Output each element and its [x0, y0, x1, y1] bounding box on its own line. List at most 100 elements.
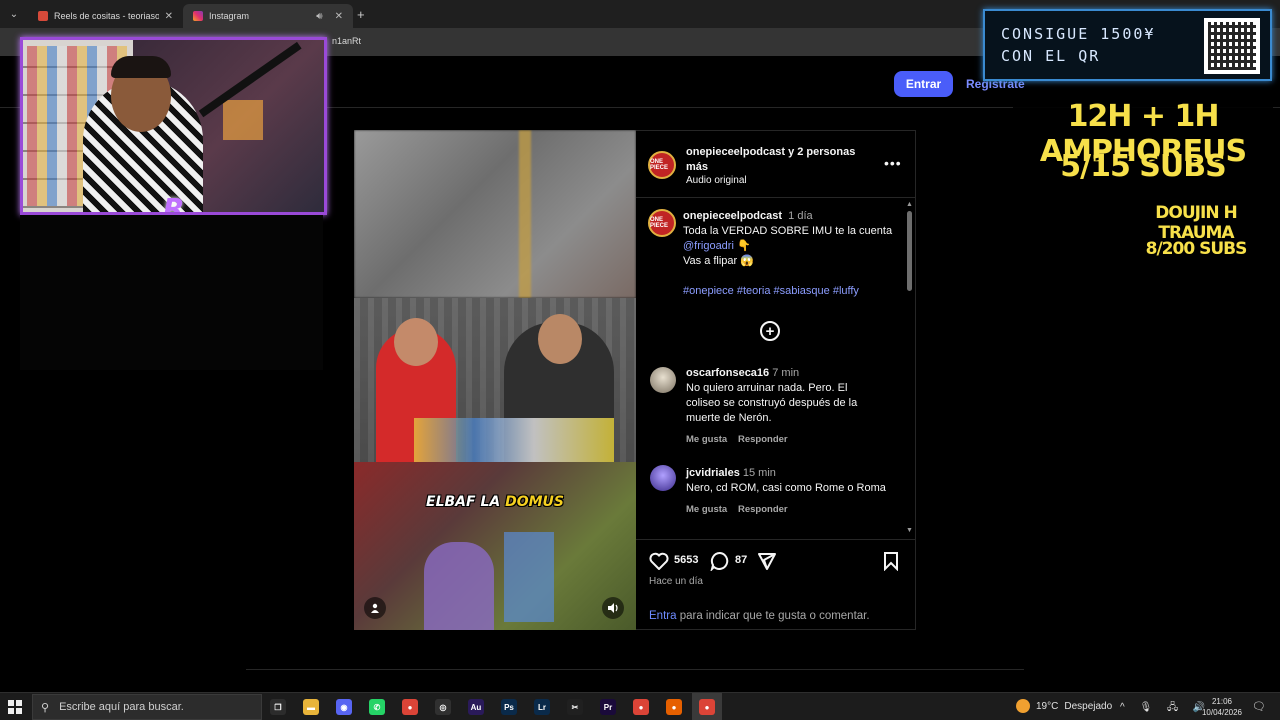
- chrome-icon[interactable]: ●: [402, 699, 418, 715]
- host-left-head: [394, 318, 438, 366]
- login-prompt: Entra para indicar que te gusta o coment…: [649, 610, 870, 622]
- tab-title: Reels de cositas - teoriasonepie: [54, 11, 159, 21]
- windows-start-icon[interactable]: [8, 700, 22, 714]
- comment-time: 15 min: [742, 467, 776, 479]
- blurred-figure: [424, 542, 494, 630]
- volume-icon[interactable]: [602, 597, 624, 619]
- more-options-icon[interactable]: •••: [884, 155, 902, 171]
- comments-scrollbar[interactable]: ▲ ▼: [905, 201, 913, 537]
- reel-top-blur: [354, 130, 636, 298]
- login-button[interactable]: Entrar: [894, 71, 953, 97]
- likes-count[interactable]: 5653: [674, 554, 698, 566]
- windows-taskbar: ⚲ Escribe aquí para buscar. ❐ ▬ ◉ ✆ ● ◎ Au Ps Lr…: [0, 692, 1280, 720]
- comment-reply-button[interactable]: Responder: [738, 434, 788, 445]
- caption-highlight: DOMUS: [505, 494, 564, 510]
- obs-icon[interactable]: ◎: [435, 699, 451, 715]
- reel-bottom-blur: [354, 462, 636, 630]
- hashtags[interactable]: #onepiece #teoria #sabiasque #luffy: [683, 284, 859, 299]
- chrome-icon-2[interactable]: ●: [633, 699, 649, 715]
- comment-header: oscarfonseca16 7 min: [686, 366, 799, 381]
- gmail-favicon-icon: [38, 11, 48, 21]
- taskbar-search-input[interactable]: ⚲ Escribe aquí para buscar.: [32, 694, 262, 720]
- avatar[interactable]: ONE PIECE: [648, 151, 676, 179]
- overlay-dark-panel: [20, 215, 323, 370]
- avatar[interactable]: [650, 367, 676, 393]
- posted-time: Hace un día: [649, 576, 703, 587]
- host-right-head: [538, 314, 582, 364]
- comments-count[interactable]: 87: [735, 554, 747, 566]
- close-icon[interactable]: ✕: [165, 11, 173, 22]
- notification-icon[interactable]: 🗨: [1252, 700, 1266, 713]
- heart-icon[interactable]: [648, 550, 670, 572]
- point-down-emoji: 👇: [736, 240, 751, 252]
- discord-icon[interactable]: ◉: [336, 699, 352, 715]
- blurred-figure: [504, 532, 554, 622]
- new-tab-button[interactable]: +: [357, 7, 365, 22]
- search-placeholder: Escribe aquí para buscar.: [59, 701, 184, 713]
- qr-line: CON EL QR: [1001, 47, 1101, 65]
- post-actions: 5653 87 Hace un día Entra para indicar q…: [636, 539, 915, 631]
- login-link[interactable]: Entra: [649, 610, 677, 622]
- speaker-icon[interactable]: 🔊︎: [316, 11, 322, 22]
- qr-line: CONSIGUE 1500¥: [1001, 25, 1156, 43]
- reel-video[interactable]: ELBAF LA DOMUS: [354, 130, 636, 630]
- screen: ⌄ Reels de cositas - teoriasonepie ✕ Ins…: [0, 0, 1280, 720]
- comment-text: muerte de Nerón.: [686, 412, 772, 424]
- comment-time: 7 min: [772, 367, 800, 379]
- system-tray-icons[interactable]: ^ 🎙 🖧 🔊: [1120, 700, 1211, 717]
- audition-icon[interactable]: Au: [468, 699, 484, 715]
- post-header: ONE PIECE onepieceelpodcast y 2 personas…: [636, 131, 915, 198]
- caption-time: 1 día: [788, 210, 813, 222]
- mention-link[interactable]: @frigoadri: [683, 240, 734, 252]
- scroll-thumb[interactable]: [907, 211, 912, 291]
- comment-icon[interactable]: [709, 550, 731, 572]
- tab-instagram[interactable]: Instagram 🔊︎ ✕: [183, 4, 353, 28]
- audio-label[interactable]: Audio original: [686, 175, 747, 186]
- subgoal-title: DOUJIN H TRAUMA: [1155, 203, 1237, 243]
- instagram-favicon-icon: [193, 11, 203, 21]
- comment-user[interactable]: oscarfonseca16: [686, 367, 769, 379]
- subgoal-panel-2: DOUJIN H TRAUMA 8/200 SUBS: [1119, 197, 1273, 269]
- taskbar-clock[interactable]: 21:06 10/04/2026: [1200, 696, 1244, 718]
- streamer-logo: R: [163, 192, 185, 215]
- tab-search-menu-button[interactable]: ⌄: [0, 0, 28, 28]
- chevron-down-icon: ⌄: [9, 8, 19, 20]
- file-explorer-icon[interactable]: ▬: [303, 699, 319, 715]
- firefox-icon[interactable]: ●: [666, 699, 682, 715]
- share-icon[interactable]: [756, 550, 778, 572]
- weather-widget[interactable]: 19°C Despejado: [1016, 699, 1112, 713]
- user-icon[interactable]: [364, 597, 386, 619]
- avatar[interactable]: [650, 465, 676, 491]
- close-icon[interactable]: ✕: [335, 11, 343, 22]
- bookmark-icon[interactable]: [880, 550, 902, 572]
- comment-user[interactable]: jcvidriales: [686, 467, 740, 479]
- caption-author[interactable]: onepieceelpodcast: [683, 210, 782, 222]
- comment-like-button[interactable]: Me gusta: [686, 504, 727, 515]
- comment-like-button[interactable]: Me gusta: [686, 434, 727, 445]
- reel-pole: [519, 130, 531, 298]
- search-icon: ⚲: [41, 701, 50, 714]
- caption-white: ELBAF LA: [426, 494, 506, 510]
- lightroom-icon[interactable]: Lr: [534, 699, 550, 715]
- tab-reels[interactable]: Reels de cositas - teoriasonepie ✕: [28, 4, 183, 28]
- reel-caption-overlay: ELBAF LA DOMUS: [354, 494, 636, 510]
- whatsapp-icon[interactable]: ✆: [369, 699, 385, 715]
- url-text: n1anRt: [332, 36, 362, 46]
- subgoal-count: 8/200 SUBS: [1145, 239, 1248, 259]
- premiere-icon[interactable]: Pr: [600, 699, 616, 715]
- post-header-title[interactable]: onepieceelpodcast y 2 personas más: [686, 145, 876, 175]
- photoshop-icon[interactable]: Ps: [501, 699, 517, 715]
- load-more-comments-icon[interactable]: +: [760, 321, 780, 341]
- qr-code-icon: [1204, 18, 1260, 74]
- comment-reply-button[interactable]: Responder: [738, 504, 788, 515]
- avatar[interactable]: ONE PIECE: [648, 209, 676, 237]
- task-view-icon[interactable]: ❐: [270, 699, 286, 715]
- caption-line: Vas a flipar 😱: [683, 255, 754, 267]
- capcut-icon[interactable]: ✂: [567, 699, 583, 715]
- streamer-hair: [111, 56, 171, 78]
- chrome-icon-3[interactable]: ●: [699, 699, 715, 715]
- scroll-down-icon[interactable]: ▼: [906, 527, 913, 534]
- scroll-up-icon[interactable]: ▲: [906, 201, 913, 208]
- qr-promo-box: CONSIGUE 1500¥ CON EL QR: [983, 9, 1272, 81]
- comments-list: ONE PIECE onepieceelpodcast 1 día Toda l…: [636, 199, 915, 539]
